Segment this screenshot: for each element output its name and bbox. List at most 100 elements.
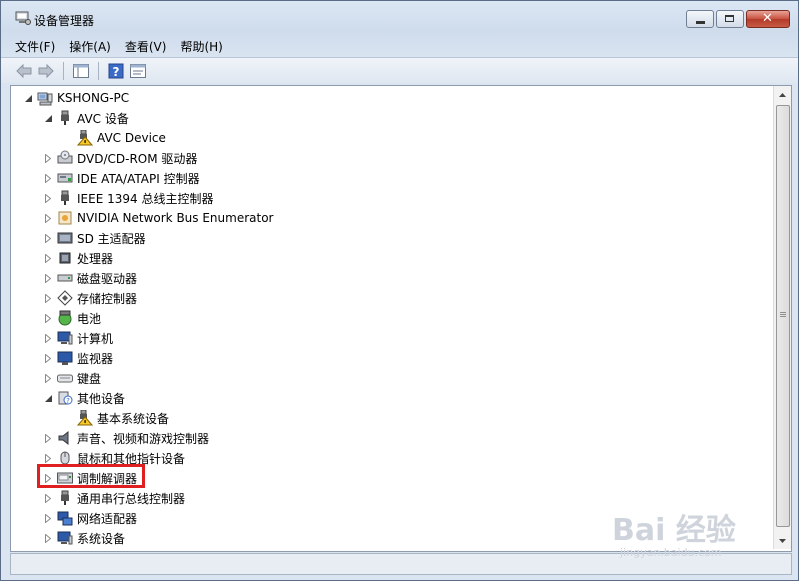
collapsed-triangle-icon[interactable] — [43, 213, 53, 223]
properties-button[interactable] — [127, 61, 149, 81]
network-bus-icon — [57, 210, 73, 226]
scroll-down-icon — [779, 538, 786, 543]
tree-node-label: AVC Device — [97, 131, 166, 145]
back-button[interactable] — [13, 61, 35, 81]
collapsed-triangle-icon[interactable] — [43, 453, 53, 463]
help-button[interactable]: ? — [105, 61, 127, 81]
collapsed-triangle-icon[interactable] — [43, 513, 53, 523]
forward-button[interactable] — [35, 61, 57, 81]
tree-node[interactable]: AVC 设备 — [43, 108, 129, 128]
maximize-button[interactable] — [716, 10, 744, 28]
tree-node[interactable]: IEEE 1394 总线主控制器 — [43, 188, 213, 208]
tree-node-label: 网络适配器 — [77, 511, 138, 526]
menu-view[interactable]: 查看(V) — [125, 38, 167, 55]
collapsed-triangle-icon[interactable] — [43, 153, 53, 163]
back-arrow-icon — [16, 63, 32, 78]
tree-node[interactable]: 键盘 — [43, 368, 101, 388]
tree-node-label: 磁盘驱动器 — [77, 271, 138, 286]
collapsed-triangle-icon[interactable] — [43, 373, 53, 383]
tree-node[interactable]: 监视器 — [43, 348, 113, 368]
collapsed-triangle-icon[interactable] — [43, 273, 53, 283]
console-tree-icon — [73, 63, 89, 78]
warning-device-icon — [76, 129, 94, 146]
collapsed-triangle-icon[interactable] — [43, 333, 53, 343]
storage-controller-icon — [57, 290, 73, 306]
collapsed-triangle-icon[interactable] — [43, 233, 53, 243]
tree-node-label: KSHONG-PC — [57, 91, 130, 105]
computer-monitor-icon — [57, 330, 73, 346]
sd-adapter-icon — [57, 230, 73, 246]
tree-node[interactable]: SD 主适配器 — [43, 228, 146, 248]
tree-node[interactable]: IDE ATA/ATAPI 控制器 — [43, 168, 200, 188]
grip-line — [780, 316, 786, 317]
collapsed-triangle-icon[interactable] — [43, 193, 53, 203]
tree-connector — [63, 413, 73, 423]
collapsed-triangle-icon[interactable] — [43, 433, 53, 443]
title-bar[interactable]: 设备管理器 ✕ — [1, 1, 798, 35]
window-title: 设备管理器 — [34, 14, 95, 28]
scroll-down-button[interactable] — [774, 532, 791, 549]
tree-node[interactable]: 电池 — [43, 308, 101, 328]
tree-node[interactable]: 磁盘驱动器 — [43, 268, 137, 288]
svg-text:?: ? — [113, 65, 120, 79]
tree-node-label: 声音、视频和游戏控制器 — [77, 431, 210, 446]
tree-node[interactable]: 系统设备 — [43, 528, 125, 548]
properties-icon — [130, 63, 146, 78]
menu-help[interactable]: 帮助(H) — [180, 38, 222, 55]
tree-node-label: 电池 — [77, 311, 102, 326]
grip-line — [780, 314, 786, 315]
collapsed-triangle-icon[interactable] — [43, 533, 53, 543]
scrollbar-thumb[interactable] — [776, 105, 790, 527]
tree-node[interactable]: DVD/CD-ROM 驱动器 — [43, 148, 197, 168]
expanded-triangle-icon[interactable] — [23, 93, 33, 103]
menu-action[interactable]: 操作(A) — [69, 38, 111, 55]
tree-node[interactable]: KSHONG-PC — [23, 88, 129, 108]
menu-bar: 文件(F) 操作(A) 查看(V) 帮助(H) — [1, 35, 798, 57]
toolbar-separator — [63, 61, 64, 80]
tree-node-label: 计算机 — [77, 331, 114, 346]
collapsed-triangle-icon[interactable] — [43, 173, 53, 183]
tree-node[interactable]: ? 其他设备 — [43, 388, 125, 408]
ide-controller-icon — [57, 170, 73, 186]
tree-node-label: 处理器 — [77, 251, 114, 266]
tree-node[interactable]: 处理器 — [43, 248, 113, 268]
collapsed-triangle-icon[interactable] — [43, 293, 53, 303]
toolbar: ? — [1, 57, 798, 83]
tree-node-label: IDE ATA/ATAPI 控制器 — [77, 171, 200, 186]
close-icon: ✕ — [762, 11, 773, 26]
menu-file[interactable]: 文件(F) — [15, 38, 55, 55]
collapsed-triangle-icon[interactable] — [43, 353, 53, 363]
tree-node[interactable]: 声音、视频和游戏控制器 — [43, 428, 209, 448]
tree-node-label: NVIDIA Network Bus Enumerator — [77, 211, 274, 225]
tree-node[interactable]: NVIDIA Network Bus Enumerator — [43, 208, 273, 228]
tree-node[interactable]: AVC Device — [63, 128, 166, 148]
tree-node[interactable]: 基本系统设备 — [63, 408, 169, 428]
close-button[interactable]: ✕ — [746, 10, 790, 28]
disk-drive-icon — [57, 270, 73, 286]
toolbar-separator — [98, 61, 99, 80]
expanded-triangle-icon[interactable] — [43, 113, 53, 123]
speaker-icon — [57, 430, 73, 446]
tree-node[interactable]: 存储控制器 — [43, 288, 137, 308]
scroll-up-button[interactable] — [774, 86, 791, 103]
maximize-icon — [725, 15, 734, 22]
other-devices-icon: ? — [57, 390, 73, 406]
show-hide-tree-button[interactable] — [70, 61, 92, 81]
tree-node[interactable]: 网络适配器 — [43, 508, 137, 528]
collapsed-triangle-icon[interactable] — [43, 493, 53, 503]
collapsed-triangle-icon[interactable] — [43, 253, 53, 263]
tree-node-label: DVD/CD-ROM 驱动器 — [77, 151, 198, 166]
vertical-scrollbar[interactable] — [773, 86, 791, 549]
minimize-button[interactable] — [686, 10, 714, 28]
forward-arrow-icon — [38, 63, 54, 78]
svg-text:?: ? — [66, 397, 70, 405]
tree-node[interactable]: 通用串行总线控制器 — [43, 488, 185, 508]
scroll-up-icon — [779, 92, 786, 97]
collapsed-triangle-icon[interactable] — [43, 313, 53, 323]
tree-node[interactable]: 计算机 — [43, 328, 113, 348]
keyboard-icon — [57, 370, 73, 386]
computer-icon — [37, 90, 53, 106]
tree-node-label: 其他设备 — [77, 391, 126, 406]
expanded-triangle-icon[interactable] — [43, 393, 53, 403]
baidu-watermark-url: jingyan.baidu.com — [620, 546, 722, 559]
